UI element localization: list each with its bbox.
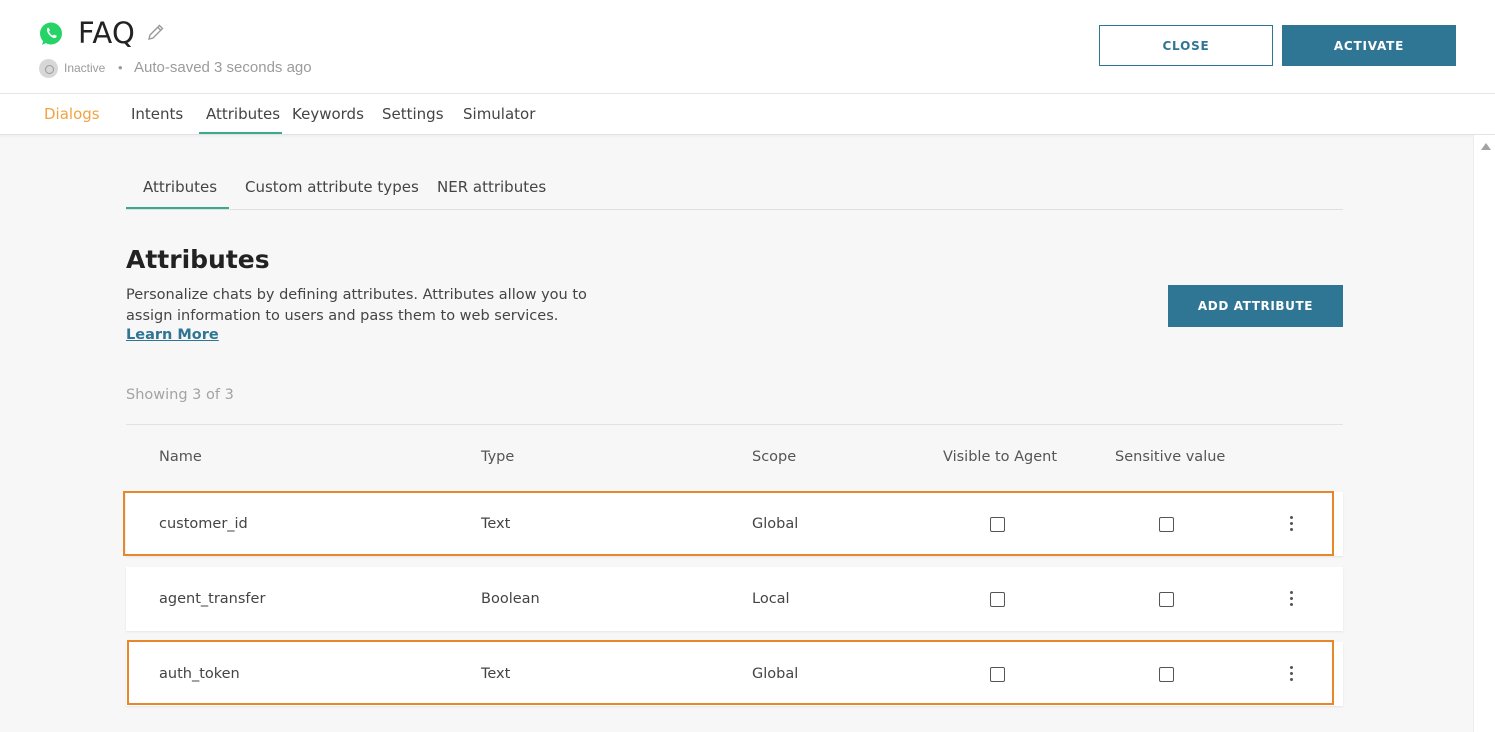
table-row[interactable]: auth_token Text Global — [126, 642, 1343, 706]
attribute-type: Text — [481, 516, 511, 532]
tab-dialogs[interactable]: Dialogs — [44, 105, 100, 123]
visible-to-agent-checkbox[interactable] — [990, 592, 1005, 607]
whatsapp-icon — [40, 22, 62, 45]
column-header-visible-to-agent: Visible to Agent — [943, 449, 1058, 465]
active-subtab-indicator — [126, 207, 229, 209]
tab-keywords[interactable]: Keywords — [292, 105, 364, 123]
status-icon — [39, 59, 58, 78]
tab-simulator[interactable]: Simulator — [463, 105, 535, 123]
visible-to-agent-checkbox[interactable] — [990, 517, 1005, 532]
status-badge: Inactive — [64, 61, 106, 75]
pencil-icon[interactable] — [146, 22, 166, 42]
more-options-icon[interactable] — [1286, 589, 1298, 609]
tab-attributes[interactable]: Attributes — [206, 105, 280, 123]
subtab-ner-attributes[interactable]: NER attributes — [437, 178, 546, 196]
header: FAQ Inactive • Auto-saved 3 seconds ago … — [0, 0, 1495, 94]
attribute-type: Text — [481, 666, 511, 682]
sensitive-value-checkbox[interactable] — [1159, 517, 1174, 532]
scrollbar[interactable] — [1473, 135, 1495, 732]
activate-button[interactable]: ACTIVATE — [1282, 25, 1456, 66]
column-header-name: Name — [159, 449, 202, 465]
attribute-name: agent_transfer — [159, 591, 266, 607]
column-header-type: Type — [481, 449, 515, 465]
attribute-scope: Global — [752, 666, 799, 682]
table-row[interactable]: customer_id Text Global — [126, 492, 1343, 556]
learn-more-link[interactable]: Learn More — [126, 327, 219, 343]
attribute-name: auth_token — [159, 666, 240, 682]
subtab-custom-attribute-types[interactable]: Custom attribute types — [245, 178, 419, 196]
table-row[interactable]: agent_transfer Boolean Local — [126, 567, 1343, 631]
attribute-scope: Global — [752, 516, 799, 532]
close-button[interactable]: CLOSE — [1099, 25, 1273, 66]
main-nav: Dialogs Intents Attributes Keywords Sett… — [0, 94, 1495, 135]
column-header-scope: Scope — [752, 449, 797, 465]
column-header-sensitive-value: Sensitive value — [1115, 449, 1226, 465]
divider — [126, 424, 1343, 425]
attribute-subtabs: Attributes Custom attribute types NER at… — [126, 168, 1343, 210]
attribute-type: Boolean — [481, 591, 540, 607]
scroll-up-icon[interactable] — [1481, 143, 1491, 150]
tab-settings[interactable]: Settings — [382, 105, 444, 123]
autosave-text: Auto-saved 3 seconds ago — [134, 59, 312, 76]
page-title: FAQ — [78, 16, 136, 50]
sensitive-value-checkbox[interactable] — [1159, 592, 1174, 607]
section-description: Personalize chats by defining attributes… — [126, 287, 587, 324]
more-options-icon[interactable] — [1286, 514, 1298, 534]
attribute-name: customer_id — [159, 516, 248, 532]
active-tab-indicator — [199, 132, 282, 134]
sensitive-value-checkbox[interactable] — [1159, 667, 1174, 682]
add-attribute-button[interactable]: ADD ATTRIBUTE — [1168, 285, 1343, 327]
result-count: Showing 3 of 3 — [126, 387, 234, 403]
tab-intents[interactable]: Intents — [131, 105, 183, 123]
visible-to-agent-checkbox[interactable] — [990, 667, 1005, 682]
subtab-attributes[interactable]: Attributes — [143, 178, 217, 196]
section-title: Attributes — [126, 245, 270, 274]
separator-bullet: • — [118, 60, 123, 75]
attribute-scope: Local — [752, 591, 790, 607]
more-options-icon[interactable] — [1286, 664, 1298, 684]
